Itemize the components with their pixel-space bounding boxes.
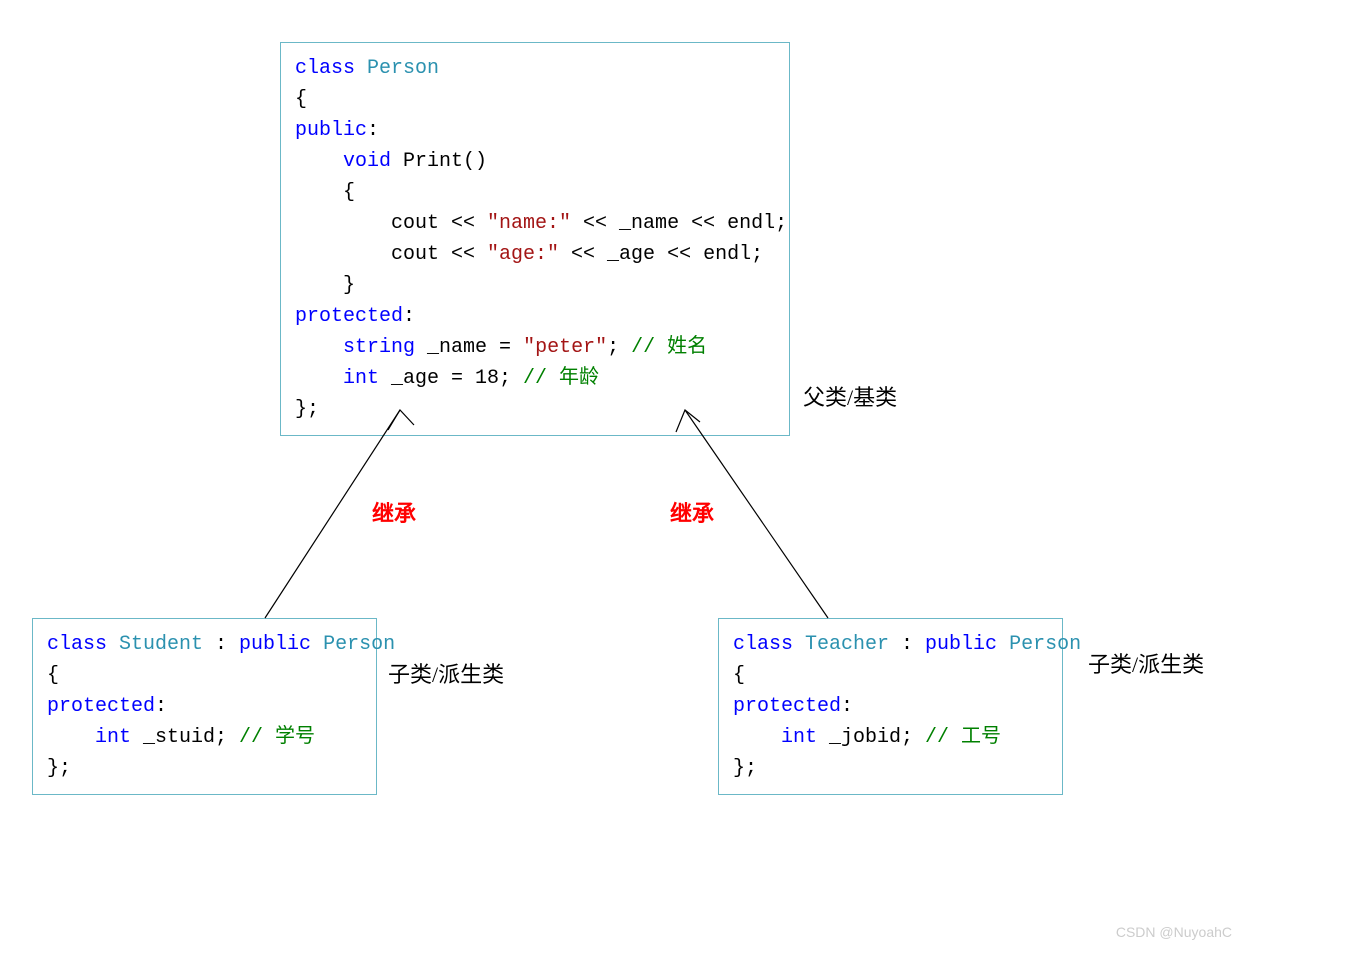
code-line: };: [295, 394, 775, 425]
watermark: CSDN @NuyoahC: [1116, 924, 1232, 940]
keyword-protected: protected: [733, 695, 841, 718]
comment: // 工号: [925, 726, 1001, 749]
code-line: class Teacher : public Person: [733, 629, 1048, 660]
code-line: {: [295, 84, 775, 115]
comment: // 年龄: [523, 367, 599, 390]
code-line: cout << "age:" << _age << endl;: [295, 239, 775, 270]
code-line: protected:: [733, 691, 1048, 722]
parent-class-label: 父类/基类: [803, 380, 897, 412]
code-line: public:: [295, 115, 775, 146]
code-line: int _stuid; // 学号: [47, 722, 362, 753]
inherit-label-1: 继承: [372, 496, 416, 528]
string-literal: "age:": [487, 243, 559, 266]
keyword-int: int: [47, 726, 131, 749]
comment: // 姓名: [631, 336, 707, 359]
code-line: {: [733, 660, 1048, 691]
base-class-name: Person: [311, 633, 395, 656]
code-line: string _name = "peter"; // 姓名: [295, 332, 775, 363]
base-class-name: Person: [997, 633, 1081, 656]
keyword-class: class: [47, 633, 107, 656]
person-class-box: class Person { public: void Print() { co…: [280, 42, 790, 436]
string-literal: "peter": [523, 336, 607, 359]
keyword-protected: protected: [295, 305, 403, 328]
code-line: };: [733, 753, 1048, 784]
code-line: }: [295, 270, 775, 301]
code-line: cout << "name:" << _name << endl;: [295, 208, 775, 239]
code-line: {: [47, 660, 362, 691]
keyword-public: public: [295, 119, 367, 142]
keyword-class: class: [733, 633, 793, 656]
code-line: int _age = 18; // 年龄: [295, 363, 775, 394]
code-line: {: [295, 177, 775, 208]
code-line: class Student : public Person: [47, 629, 362, 660]
keyword-public: public: [239, 633, 311, 656]
inherit-label-2: 继承: [670, 496, 714, 528]
keyword-void: void: [295, 150, 391, 173]
code-line: class Person: [295, 53, 775, 84]
code-line: void Print(): [295, 146, 775, 177]
keyword-string: string: [295, 336, 415, 359]
keyword-int: int: [733, 726, 817, 749]
keyword-protected: protected: [47, 695, 155, 718]
code-line: };: [47, 753, 362, 784]
string-literal: "name:": [487, 212, 571, 235]
keyword-public: public: [925, 633, 997, 656]
keyword-int: int: [295, 367, 379, 390]
code-line: protected:: [295, 301, 775, 332]
code-line: int _jobid; // 工号: [733, 722, 1048, 753]
keyword-class: class: [295, 57, 355, 80]
class-name: Teacher: [793, 633, 889, 656]
code-line: protected:: [47, 691, 362, 722]
class-name: Student: [107, 633, 203, 656]
teacher-class-box: class Teacher : public Person { protecte…: [718, 618, 1063, 795]
student-class-box: class Student : public Person { protecte…: [32, 618, 377, 795]
child-class-label-1: 子类/派生类: [388, 657, 504, 689]
child-class-label-2: 子类/派生类: [1088, 647, 1204, 679]
class-name: Person: [355, 57, 439, 80]
comment: // 学号: [239, 726, 315, 749]
